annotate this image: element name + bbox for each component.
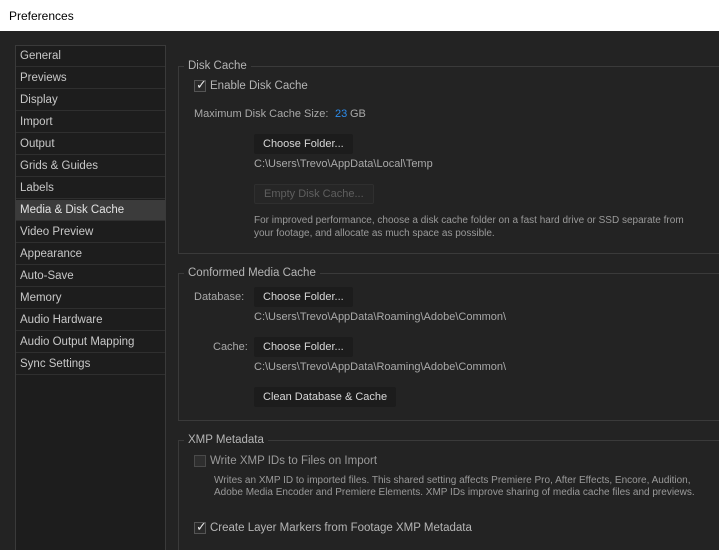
enable-disk-cache-label: Enable Disk Cache xyxy=(210,80,308,92)
empty-disk-cache-button[interactable]: Empty Disk Cache... xyxy=(254,184,374,204)
disk-cache-note-line-2: your footage, and allocate as much space… xyxy=(254,228,495,239)
sidebar-item-labels[interactable]: Labels xyxy=(16,178,165,199)
create-layer-markers-checkbox[interactable]: ✓ xyxy=(194,519,207,534)
sidebar-item-video-preview[interactable]: Video Preview xyxy=(16,222,165,243)
sidebar-item-previews[interactable]: Previews xyxy=(16,68,165,89)
sidebar-item-import[interactable]: Import xyxy=(16,112,165,133)
xmp-metadata-title: XMP Metadata xyxy=(184,434,268,447)
title-bar: Preferences xyxy=(0,0,719,31)
sidebar-item-output[interactable]: Output xyxy=(16,134,165,155)
window-title: Preferences xyxy=(9,9,74,23)
conformed-media-cache-title: Conformed Media Cache xyxy=(184,267,320,280)
enable-disk-cache-checkbox[interactable]: ✓ xyxy=(194,77,207,92)
write-xmp-ids-checkbox[interactable] xyxy=(194,455,206,467)
checkmark-icon: ✓ xyxy=(196,77,207,92)
max-cache-size-value[interactable]: 23 xyxy=(335,108,347,120)
checkmark-icon: ✓ xyxy=(196,519,207,534)
preferences-sidebar: General Previews Display Import Output G… xyxy=(15,45,166,550)
sidebar-item-media-disk-cache[interactable]: Media & Disk Cache xyxy=(16,200,165,221)
clean-database-cache-button[interactable]: Clean Database & Cache xyxy=(254,387,397,407)
database-label: Database: xyxy=(194,291,245,303)
sidebar-item-auto-save[interactable]: Auto-Save xyxy=(16,266,165,287)
max-cache-size-label: Maximum Disk Cache Size: xyxy=(194,108,329,120)
cache-choose-folder-button[interactable]: Choose Folder... xyxy=(254,337,353,357)
sidebar-item-display[interactable]: Display xyxy=(16,90,165,111)
create-layer-markers-label: Create Layer Markers from Footage XMP Me… xyxy=(210,522,472,534)
disk-cache-note-line-1: For improved performance, choose a disk … xyxy=(254,215,684,226)
cache-label: Cache: xyxy=(213,341,248,353)
max-cache-size-unit: GB xyxy=(350,108,366,120)
database-choose-folder-button[interactable]: Choose Folder... xyxy=(254,287,353,307)
xmp-note-line-2: Adobe Media Encoder and Premiere Element… xyxy=(214,487,695,498)
database-path: C:\Users\Trevo\AppData\Roaming\Adobe\Com… xyxy=(254,311,507,323)
sidebar-item-general[interactable]: General xyxy=(16,46,165,67)
disk-cache-title: Disk Cache xyxy=(184,60,251,73)
write-xmp-ids-label: Write XMP IDs to Files on Import xyxy=(210,455,378,467)
sidebar-item-sync-settings[interactable]: Sync Settings xyxy=(16,354,165,375)
sidebar-item-appearance[interactable]: Appearance xyxy=(16,244,165,265)
sidebar-item-grids-guides[interactable]: Grids & Guides xyxy=(16,156,165,177)
disk-cache-choose-folder-button[interactable]: Choose Folder... xyxy=(254,134,353,154)
disk-cache-path: C:\Users\Trevo\AppData\Local\Temp xyxy=(254,158,433,170)
cache-path: C:\Users\Trevo\AppData\Roaming\Adobe\Com… xyxy=(254,361,507,373)
sidebar-item-memory[interactable]: Memory xyxy=(16,288,165,309)
sidebar-item-audio-output-mapping[interactable]: Audio Output Mapping xyxy=(16,332,165,353)
sidebar-item-audio-hardware[interactable]: Audio Hardware xyxy=(16,310,165,331)
